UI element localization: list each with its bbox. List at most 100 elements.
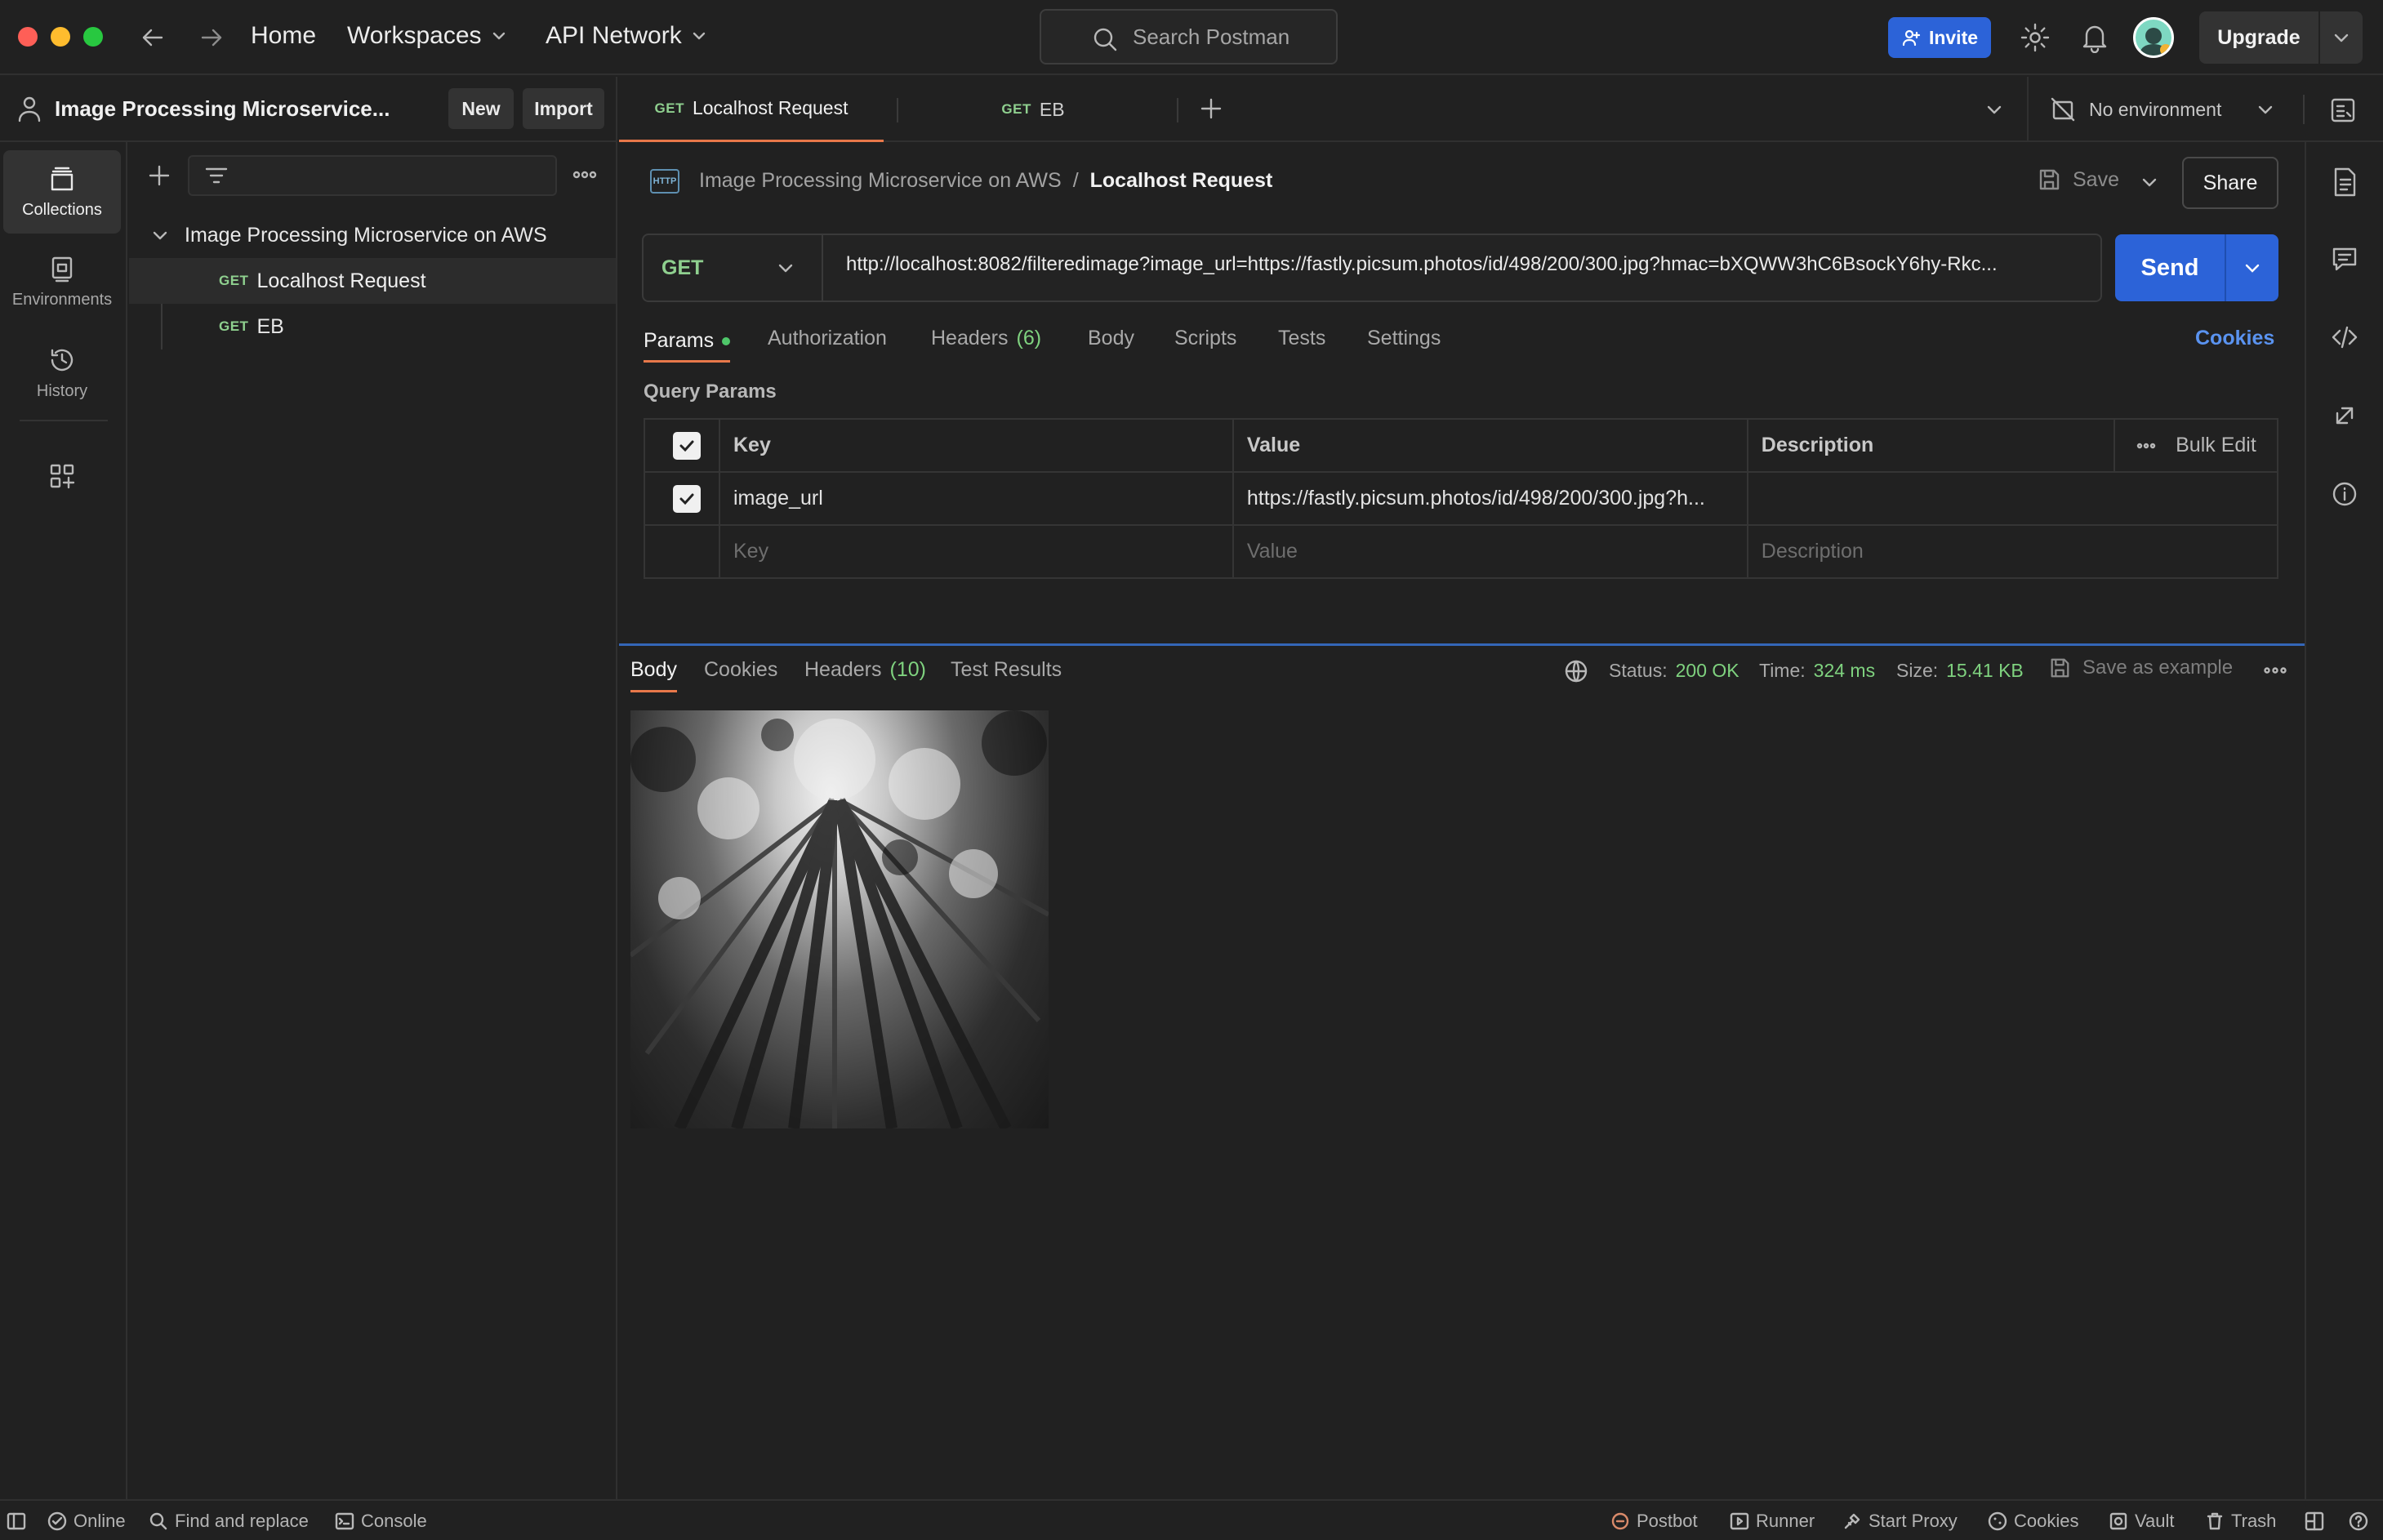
select-all-checkbox[interactable] (673, 431, 701, 460)
rail-collections-label: Collections (22, 200, 102, 219)
sidebar-item-localhost-request[interactable]: GET Localhost Request (129, 258, 616, 304)
minimize-window-button[interactable] (51, 27, 70, 47)
save-as-example-button[interactable]: Save as example (2048, 657, 2233, 679)
share-button[interactable]: Share (2182, 157, 2278, 209)
check-icon (679, 440, 694, 452)
gear-icon[interactable] (2020, 22, 2051, 53)
nav-workspaces[interactable]: Workspaces (347, 22, 508, 50)
breadcrumb-request[interactable]: Localhost Request (1090, 169, 1273, 193)
forward-arrow-icon[interactable] (198, 24, 225, 51)
code-icon[interactable] (2331, 323, 2359, 351)
new-key-input[interactable]: Key (718, 524, 1234, 579)
new-value-input[interactable]: Value (1232, 524, 1748, 579)
cookies-button[interactable]: Cookies (1988, 1511, 2078, 1532)
nav-api-network[interactable]: API Network (546, 22, 708, 50)
tab-eb[interactable]: GET EB (901, 77, 1165, 142)
bell-icon[interactable] (2080, 22, 2109, 53)
url-input[interactable]: http://localhost:8082/filteredimage?imag… (846, 253, 2087, 276)
toggle-sidebar-icon[interactable] (7, 1512, 26, 1530)
plus-icon[interactable] (147, 163, 171, 188)
help-icon[interactable] (2349, 1511, 2368, 1531)
more-options-icon[interactable] (2264, 665, 2287, 676)
response-tab-headers-count: (10) (889, 658, 926, 681)
environment-quick-look-icon[interactable] (2329, 96, 2357, 124)
response-time[interactable]: Time: 324 ms (1759, 660, 1875, 682)
sidebar-item-eb[interactable]: GET EB (129, 304, 616, 349)
tab-settings[interactable]: Settings (1367, 327, 1441, 350)
new-button[interactable]: New (448, 88, 514, 129)
chevron-down-icon[interactable] (2140, 172, 2159, 192)
rail-history[interactable]: History (3, 332, 121, 415)
maximize-window-button[interactable] (83, 27, 103, 47)
param-description[interactable] (1746, 471, 2279, 526)
start-proxy-button[interactable]: Start Proxy (1842, 1511, 1958, 1532)
method-select[interactable]: GET (644, 235, 823, 300)
history-icon (51, 349, 73, 371)
avatar[interactable] (2133, 17, 2174, 58)
plus-icon[interactable] (1199, 96, 1223, 121)
tab-headers[interactable]: Headers (6) (931, 327, 1041, 350)
environment-selector[interactable]: No environment (2050, 77, 2275, 142)
runner-button[interactable]: Runner (1730, 1511, 1815, 1532)
response-tab-body[interactable]: Body (630, 658, 677, 692)
tab-body[interactable]: Body (1088, 327, 1134, 350)
close-window-button[interactable] (18, 27, 38, 47)
apps-grid-icon[interactable] (48, 462, 76, 490)
layout-icon[interactable] (2305, 1511, 2324, 1531)
back-arrow-icon[interactable] (139, 24, 167, 51)
more-options-icon[interactable] (572, 167, 598, 183)
chevron-down-icon[interactable] (2243, 258, 2262, 278)
info-icon[interactable] (2331, 480, 2359, 508)
add-user-icon (1902, 29, 1921, 47)
new-description-input[interactable]: Description (1746, 524, 2279, 579)
tab-params[interactable]: Params (644, 327, 731, 363)
tab-scripts[interactable]: Scripts (1174, 327, 1236, 350)
rail-collections[interactable]: Collections (3, 150, 121, 234)
chevron-down-icon[interactable] (2332, 28, 2351, 47)
globe-icon[interactable] (1563, 658, 1589, 684)
param-enabled-checkbox[interactable] (673, 484, 701, 513)
breadcrumb-collection[interactable]: Image Processing Microservice on AWS (699, 169, 1062, 193)
response-status[interactable]: Status: 200 OK (1609, 660, 1739, 682)
response-tab-test-results[interactable]: Test Results (951, 658, 1062, 682)
param-value[interactable]: https://fastly.picsum.photos/id/498/200/… (1232, 471, 1748, 526)
upgrade-button[interactable]: Upgrade (2199, 11, 2363, 64)
send-button[interactable]: Send (2115, 234, 2278, 301)
import-button[interactable]: Import (523, 88, 604, 129)
param-key[interactable]: image_url (718, 471, 1234, 526)
collection-item[interactable]: Image Processing Microservice on AWS (129, 212, 616, 258)
response-tab-cookies[interactable]: Cookies (704, 658, 777, 682)
response-divider[interactable] (619, 643, 2305, 646)
filter-input[interactable] (188, 155, 557, 196)
tab-params-label: Params (644, 329, 715, 352)
workspace-name[interactable]: Image Processing Microservice... (55, 96, 390, 122)
tab-localhost-request[interactable]: GET Localhost Request (619, 77, 884, 142)
console-button[interactable]: Console (335, 1511, 427, 1532)
forest-canopy-image (630, 710, 1049, 1128)
tab-tests[interactable]: Tests (1278, 327, 1325, 350)
cookies-link[interactable]: Cookies (2195, 327, 2274, 350)
nav-home[interactable]: Home (251, 22, 316, 50)
tab-authorization[interactable]: Authorization (768, 327, 887, 350)
documentation-icon[interactable] (2331, 167, 2359, 198)
invite-button[interactable]: Invite (1888, 17, 1991, 58)
comments-icon[interactable] (2331, 245, 2359, 273)
response-size[interactable]: Size: 15.41 KB (1896, 660, 2024, 682)
divider (20, 420, 108, 421)
find-and-replace[interactable]: Find and replace (149, 1511, 309, 1532)
response-tab-headers[interactable]: Headers (10) (804, 658, 926, 682)
trash-button[interactable]: Trash (2205, 1511, 2276, 1532)
save-button[interactable]: Save (2037, 167, 2119, 192)
find-and-replace-label: Find and replace (175, 1511, 309, 1531)
rail-environments[interactable]: Environments (3, 240, 121, 323)
search-input[interactable]: Search Postman (1040, 9, 1338, 65)
vault-button[interactable]: Vault (2109, 1511, 2175, 1532)
save-as-example-label: Save as example (2082, 657, 2234, 679)
postbot-button[interactable]: Postbot (1610, 1511, 1698, 1532)
chevron-down-icon[interactable] (1984, 100, 2004, 119)
bulk-edit-button[interactable]: Bulk Edit (2128, 434, 2264, 457)
online-status[interactable]: Online (47, 1511, 126, 1532)
tab-divider (897, 98, 898, 122)
related-collections-icon[interactable] (2331, 402, 2359, 430)
more-options-icon[interactable] (2136, 441, 2156, 451)
